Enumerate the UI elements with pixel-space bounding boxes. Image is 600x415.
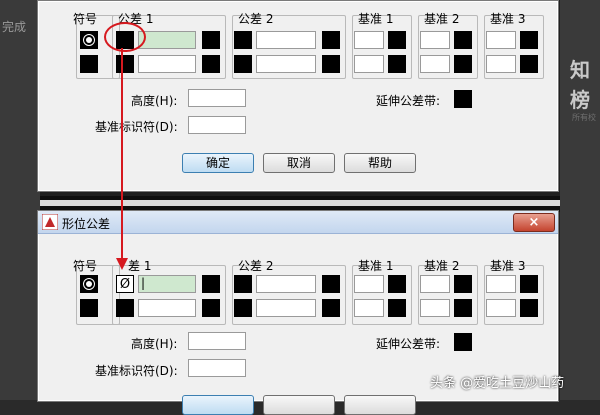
annotation-arrow-head [116,258,128,270]
dialog-titlebar[interactable]: 形位公差 × [38,211,558,234]
background-left-panel [0,0,40,400]
tolerance2-material-box-row2[interactable] [322,299,340,317]
datum1-value-row1[interactable] [354,31,384,49]
datum-identifier-label: 基准标识符(D): [95,120,178,134]
tolerance1-diameter-box-row2[interactable] [116,55,134,73]
datum1-value-row1[interactable] [354,275,384,293]
tolerance1-value-row1[interactable] [138,31,196,49]
datum-identifier-field[interactable] [188,116,246,134]
datum1-value-row2[interactable] [354,55,384,73]
tolerance2-diameter-box-row1[interactable] [234,31,252,49]
tolerance2-material-box-row2[interactable] [322,55,340,73]
help-button[interactable]: 帮助 [344,153,416,173]
diameter-icon[interactable]: Ø [116,275,134,293]
background-divider [40,200,560,206]
datum1-material-box-row2[interactable] [388,55,406,73]
datum-identifier-label: 基准标识符(D): [95,364,178,378]
help-button-partial[interactable] [344,395,416,415]
tolerance1-diameter-box-row2[interactable] [116,299,134,317]
datum3-value-row1[interactable] [486,31,516,49]
datum1-label: 基准 1 [358,259,394,273]
datum2-label: 基准 2 [424,12,460,26]
datum2-value-row1[interactable] [420,31,450,49]
tolerance2-value-row2[interactable] [256,55,316,73]
background-right-text-1: 知 [570,58,590,82]
height-label: 高度(H): [131,94,178,108]
ok-button[interactable]: 确定 [182,153,254,173]
datum1-material-box-row2[interactable] [388,299,406,317]
datum2-value-row2[interactable] [420,299,450,317]
datum3-value-row2[interactable] [486,55,516,73]
tolerance1-value-row1[interactable]: | [138,275,196,293]
tolerance2-material-box-row1[interactable] [322,31,340,49]
background-right-small-text: 所有校 [572,113,596,122]
tolerance1-material-box-row2[interactable] [202,55,220,73]
projected-zone-box[interactable] [454,333,472,351]
tolerance2-value-row2[interactable] [256,299,316,317]
tolerance2-material-box-row1[interactable] [322,275,340,293]
datum2-value-row2[interactable] [420,55,450,73]
datum2-material-box-row2[interactable] [454,299,472,317]
background-left-text: 完成 [2,20,27,34]
datum1-label: 基准 1 [358,12,394,26]
projected-zone-box[interactable] [454,90,472,108]
cancel-button[interactable]: 取消 [263,153,335,173]
height-field[interactable] [188,332,246,350]
annotation-circle [104,22,146,52]
tolerance2-diameter-box-row2[interactable] [234,55,252,73]
datum3-material-box-row1[interactable] [520,31,538,49]
datum1-material-box-row1[interactable] [388,275,406,293]
tolerance1-material-box-row1[interactable] [202,31,220,49]
datum2-material-box-row2[interactable] [454,55,472,73]
datum2-material-box-row1[interactable] [454,31,472,49]
datum3-material-box-row1[interactable] [520,275,538,293]
ok-button-partial[interactable] [182,395,254,415]
datum1-value-row2[interactable] [354,299,384,317]
text-cursor: | [141,276,146,290]
datum2-value-row1[interactable] [420,275,450,293]
datum1-material-box-row1[interactable] [388,31,406,49]
symbol-label: 符号 [73,259,98,273]
concentricity-symbol-icon[interactable] [80,275,98,293]
watermark: 头条 @爱吃土豆炒山药 [430,376,565,391]
tolerance1-label: 差 1 [128,259,152,273]
tolerance2-label: 公差 2 [238,12,274,26]
symbol-box-2[interactable] [80,55,98,73]
symbol-box-2[interactable] [80,299,98,317]
tolerance1-value-row2[interactable] [138,55,196,73]
datum2-label: 基准 2 [424,259,460,273]
datum3-label: 基准 3 [490,12,526,26]
dialog-title: 形位公差 [62,217,111,231]
datum2-material-box-row1[interactable] [454,275,472,293]
datum3-label: 基准 3 [490,259,526,273]
concentricity-symbol-icon[interactable] [80,31,98,49]
background-right-text-2: 榜 [570,88,590,112]
datum3-value-row2[interactable] [486,299,516,317]
cancel-button-partial[interactable] [263,395,335,415]
tolerance1-value-row2[interactable] [138,299,196,317]
datum-identifier-field[interactable] [188,359,246,377]
symbol-label: 符号 [73,12,98,26]
datum3-material-box-row2[interactable] [520,55,538,73]
projected-zone-label: 延伸公差带: [376,94,441,108]
height-label: 高度(H): [131,337,178,351]
datum3-value-row1[interactable] [486,275,516,293]
datum3-material-box-row2[interactable] [520,299,538,317]
projected-zone-label: 延伸公差带: [376,337,441,351]
tolerance2-label: 公差 2 [238,259,274,273]
tolerance2-value-row1[interactable] [256,31,316,49]
tolerance2-diameter-box-row2[interactable] [234,299,252,317]
close-button[interactable]: × [513,213,555,232]
autocad-app-icon [42,214,58,230]
height-field[interactable] [188,89,246,107]
tolerance1-material-box-row1[interactable] [202,275,220,293]
tolerance2-diameter-box-row1[interactable] [234,275,252,293]
annotation-arrow-line [121,48,123,258]
tolerance1-material-box-row2[interactable] [202,299,220,317]
tolerance2-value-row1[interactable] [256,275,316,293]
